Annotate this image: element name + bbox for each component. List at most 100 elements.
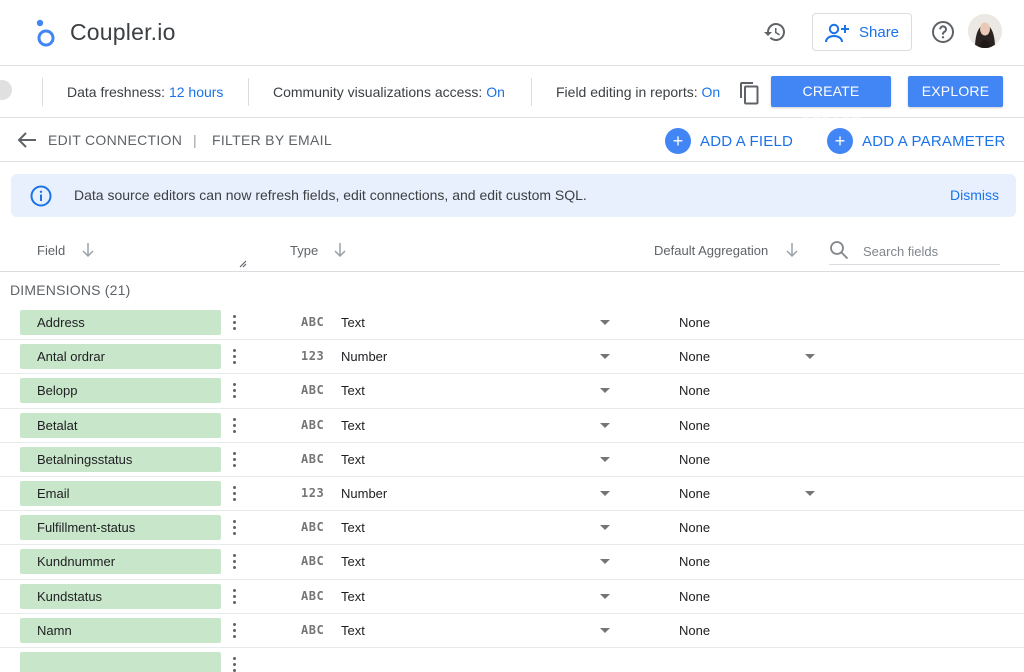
field-name-chip[interactable]: Fulfillment-status (20, 515, 221, 541)
sort-arrow-icon[interactable] (333, 242, 347, 258)
data-freshness-setting[interactable]: Data freshness: 12 hours (67, 84, 223, 100)
field-type-select[interactable]: Text (341, 623, 365, 638)
aggregation-column-header[interactable]: Default Aggregation (654, 243, 768, 258)
add-field-button[interactable]: + ADD A FIELD (665, 128, 793, 154)
search-fields-input[interactable] (863, 241, 998, 261)
user-avatar[interactable] (968, 14, 1002, 48)
explore-button[interactable]: EXPLORE (908, 76, 1003, 107)
panel-toggle[interactable] (0, 80, 12, 100)
field-column-header[interactable]: Field (37, 243, 65, 258)
more-vert-icon[interactable] (229, 587, 239, 607)
help-icon[interactable] (931, 20, 955, 44)
chevron-down-icon[interactable] (805, 491, 815, 496)
field-name-chip[interactable]: Belopp (20, 378, 221, 404)
type-glyph-icon: ABC (301, 520, 325, 535)
aggregation-select[interactable]: None (679, 486, 710, 501)
more-vert-icon[interactable] (229, 518, 239, 538)
data-freshness-value[interactable]: 12 hours (169, 84, 223, 100)
field-name-chip[interactable]: Email (20, 481, 221, 506)
field-type-select[interactable]: Number (341, 486, 387, 501)
type-glyph-icon: 123 (301, 349, 325, 364)
table-row (0, 648, 1024, 672)
chevron-down-icon[interactable] (600, 525, 610, 531)
type-glyph-icon: ABC (301, 315, 325, 329)
field-list: Address ABC Text None Antal ordrar 123 Number N… (0, 306, 1024, 672)
aggregation-select: None (679, 417, 711, 433)
more-vert-icon[interactable] (229, 416, 239, 436)
field-table-header: Field Type Default Aggregation (0, 230, 1024, 272)
chevron-down-icon[interactable] (805, 354, 815, 360)
more-vert-icon[interactable] (229, 621, 239, 641)
field-name-chip[interactable]: Kundstatus (20, 583, 221, 609)
field-editing-value[interactable]: On (702, 84, 721, 100)
field-name-chip[interactable]: Betalat (20, 412, 221, 438)
history-icon[interactable] (763, 20, 787, 44)
community-visualizations-value[interactable]: On (486, 84, 505, 100)
add-parameter-button[interactable]: + ADD A PARAMETER (827, 128, 1005, 154)
aggregation-select: None (679, 622, 711, 638)
plus-icon: + (827, 128, 853, 154)
chevron-down-icon[interactable] (600, 388, 610, 394)
arrow-back-icon[interactable] (17, 131, 37, 149)
breadcrumb-bar: EDIT CONNECTION | FILTER BY EMAIL + ADD … (0, 118, 1024, 162)
chevron-down-icon[interactable] (600, 456, 610, 462)
chevron-down-icon[interactable] (600, 320, 610, 325)
more-vert-icon[interactable] (229, 552, 239, 572)
field-type-select[interactable]: Text (341, 554, 365, 569)
create-report-button[interactable]: CREATE REPORT (771, 76, 891, 130)
data-source-title[interactable]: FILTER BY EMAIL (212, 132, 332, 148)
more-vert-icon[interactable] (229, 313, 239, 333)
field-type-select[interactable]: Text (341, 520, 365, 535)
dimensions-section-label: DIMENSIONS (21) (10, 282, 131, 298)
edit-connection-link[interactable]: EDIT CONNECTION (48, 132, 182, 148)
field-type-select[interactable]: Text (341, 418, 365, 433)
field-type-select[interactable]: Number (341, 349, 387, 364)
table-row: Betalningsstatus ABC Text None (0, 443, 1024, 477)
more-vert-icon[interactable] (229, 655, 239, 672)
community-visualizations-setting[interactable]: Community visualizations access: On (273, 84, 505, 100)
more-vert-icon[interactable] (229, 450, 239, 470)
field-editing-setting[interactable]: Field editing in reports: On (556, 84, 720, 100)
coupler-logo-icon (36, 19, 55, 47)
chevron-down-icon[interactable] (600, 354, 610, 360)
field-type-select[interactable]: Text (341, 589, 365, 604)
more-vert-icon[interactable] (229, 381, 239, 401)
type-glyph-icon: ABC (301, 554, 325, 569)
aggregation-select: None (679, 554, 711, 570)
chevron-down-icon[interactable] (600, 559, 610, 565)
divider (42, 78, 43, 106)
field-type-select[interactable]: Text (341, 315, 365, 330)
aggregation-select: None (679, 588, 711, 604)
field-name-chip[interactable]: Antal ordrar (20, 344, 221, 370)
add-person-icon (825, 23, 849, 43)
sort-arrow-icon[interactable] (81, 242, 95, 258)
aggregation-select: None (679, 383, 711, 399)
field-name-chip[interactable]: Kundnummer (20, 549, 221, 575)
type-column-header[interactable]: Type (290, 243, 318, 258)
chevron-down-icon[interactable] (600, 491, 610, 496)
field-name-chip[interactable] (20, 652, 221, 672)
copy-icon[interactable] (738, 81, 760, 105)
chevron-down-icon[interactable] (600, 422, 610, 428)
sort-arrow-icon[interactable] (785, 242, 799, 258)
field-name-chip[interactable]: Address (20, 310, 221, 335)
add-parameter-label: ADD A PARAMETER (862, 133, 1006, 150)
brand-name: Coupler.io (70, 19, 176, 45)
table-row: Betalat ABC Text None (0, 409, 1024, 443)
resize-handle-icon[interactable] (237, 258, 247, 268)
field-type-select[interactable]: Text (341, 383, 365, 398)
more-vert-icon[interactable] (229, 347, 239, 367)
type-glyph-icon: 123 (301, 486, 325, 500)
field-editing-label: Field editing in reports: (556, 84, 698, 100)
chevron-down-icon[interactable] (600, 593, 610, 599)
more-vert-icon[interactable] (229, 484, 239, 504)
dismiss-button[interactable]: Dismiss (950, 187, 999, 203)
chevron-down-icon[interactable] (600, 627, 610, 633)
search-icon (830, 241, 849, 260)
aggregation-select[interactable]: None (679, 349, 710, 364)
field-name-chip[interactable]: Betalningsstatus (20, 446, 221, 472)
field-type-select[interactable]: Text (341, 452, 365, 467)
data-freshness-label: Data freshness: (67, 84, 166, 100)
share-button[interactable]: Share (812, 13, 912, 51)
field-name-chip[interactable]: Namn (20, 617, 221, 643)
